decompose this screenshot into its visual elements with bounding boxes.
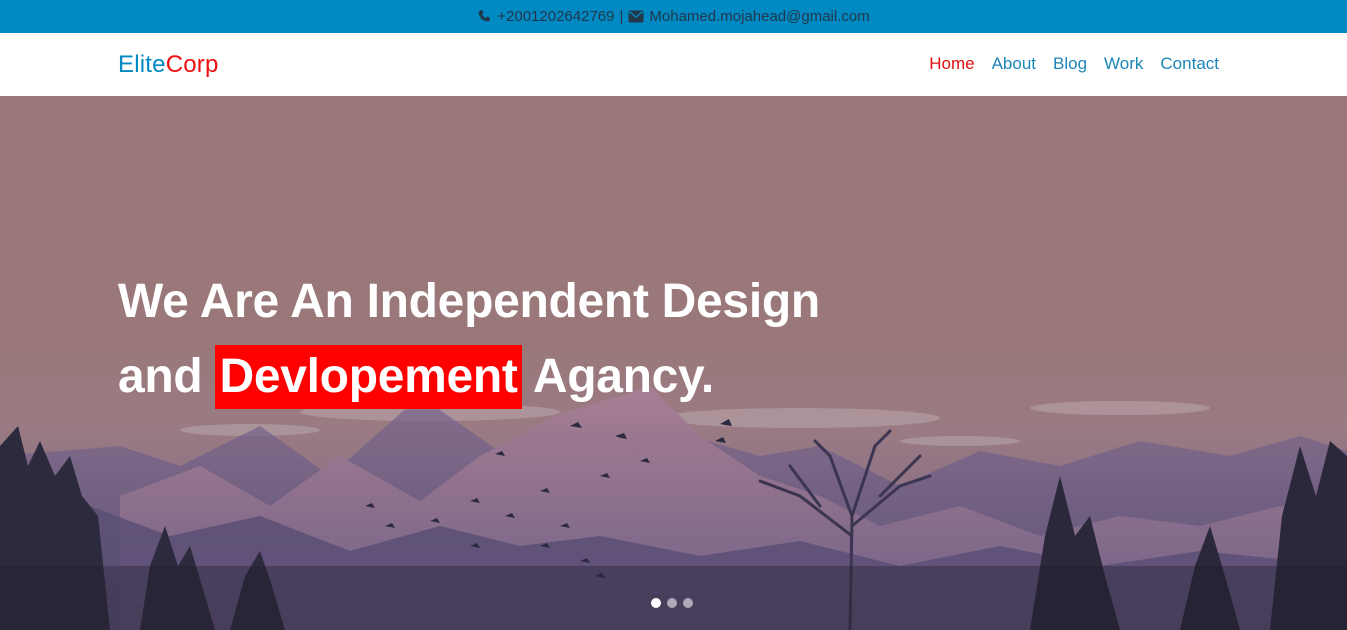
- contact-separator: |: [619, 8, 624, 25]
- nav-link-blog[interactable]: Blog: [1053, 53, 1087, 75]
- carousel-dot-3[interactable]: [683, 598, 693, 608]
- brand-logo[interactable]: EliteCorp: [118, 50, 219, 80]
- nav-link-work[interactable]: Work: [1104, 53, 1143, 75]
- carousel-dot-1[interactable]: [651, 598, 661, 608]
- headline-prefix: and: [118, 350, 203, 403]
- envelope-icon: [628, 10, 644, 23]
- headline-highlight: Devlopement: [215, 345, 522, 409]
- email-contact[interactable]: Mohamed.mojahead@gmail.com: [628, 8, 870, 25]
- phone-icon: [478, 10, 491, 22]
- nav-link-home[interactable]: Home: [929, 53, 974, 75]
- carousel-dot-2[interactable]: [667, 598, 677, 608]
- hero-headline: We Are An Independent Design and Devlope…: [118, 264, 820, 414]
- brand-part-elite: Elite: [118, 51, 166, 78]
- phone-number: +2001202642769: [497, 8, 615, 25]
- contact-bar: +2001202642769 | Mohamed.mojahead@gmail.…: [0, 0, 1347, 33]
- headline-suffix: Agancy.: [532, 350, 714, 403]
- headline-line1: We Are An Independent Design: [118, 275, 820, 328]
- navbar: EliteCorp Home About Blog Work Contact: [0, 33, 1347, 96]
- email-address: Mohamed.mojahead@gmail.com: [649, 8, 870, 25]
- nav-link-about[interactable]: About: [992, 53, 1036, 75]
- hero-slider: We Are An Independent Design and Devlope…: [0, 96, 1347, 630]
- carousel-indicators: [651, 598, 693, 608]
- nav-link-contact[interactable]: Contact: [1160, 53, 1219, 75]
- phone-contact[interactable]: +2001202642769: [477, 8, 614, 25]
- main-nav: Home About Blog Work Contact: [929, 53, 1219, 75]
- brand-part-corp: Corp: [165, 51, 219, 78]
